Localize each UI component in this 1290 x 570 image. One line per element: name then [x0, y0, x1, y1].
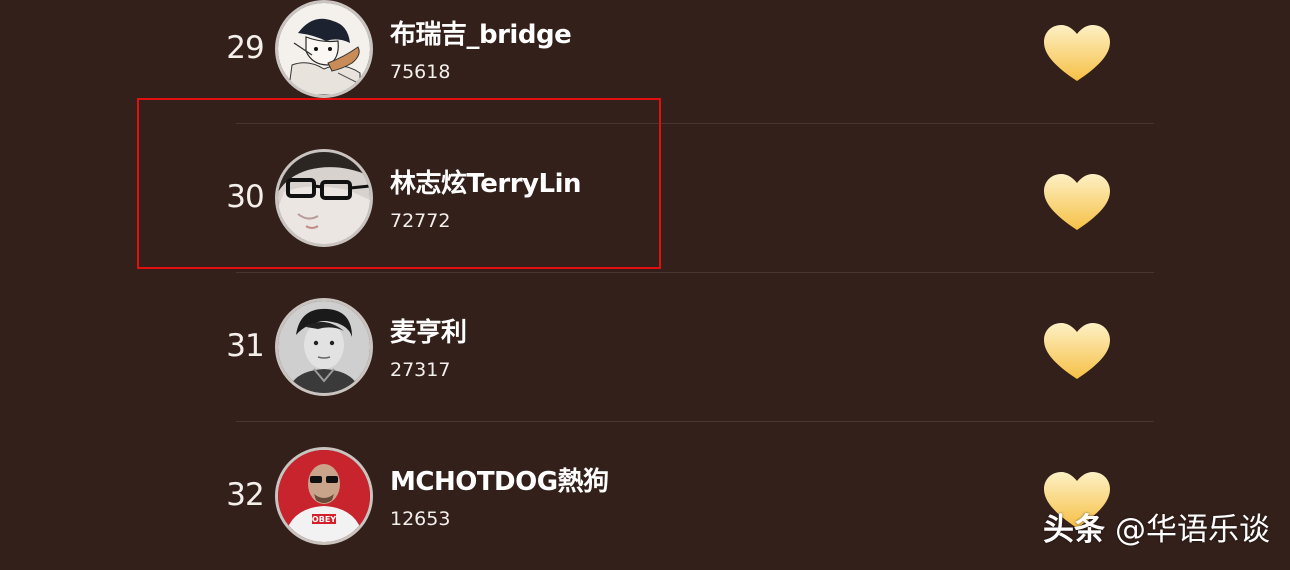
rank-number: 31 — [226, 328, 264, 364]
fan-count: 12653 — [390, 508, 451, 530]
fan-count: 27317 — [390, 359, 451, 381]
avatar[interactable] — [275, 298, 373, 396]
svg-text:OBEY: OBEY — [312, 515, 336, 524]
artist-name[interactable]: 麦亨利 — [390, 312, 467, 349]
rank-number: 32 — [226, 477, 264, 513]
rank-number: 29 — [226, 30, 264, 66]
anime-sketch-avatar-image — [278, 3, 370, 95]
watermark: 头条 @华语乐谈 — [1043, 504, 1270, 549]
heart-icon[interactable] — [1042, 23, 1112, 83]
avatar[interactable] — [275, 0, 373, 98]
watermark-handle: @华语乐谈 — [1115, 512, 1270, 548]
avatar[interactable]: OBEY — [275, 447, 373, 545]
artist-name[interactable]: MCHOTDOG熱狗 — [390, 461, 609, 498]
ranking-list: 29 布瑞吉_bridge 75618 30 林志炫TerryLin 72772… — [0, 0, 1290, 567]
watermark-brand: 头条 — [1043, 512, 1105, 548]
highlight-annotation-box — [137, 98, 661, 269]
red-obey-avatar-image: OBEY — [278, 450, 370, 542]
heart-icon[interactable] — [1042, 321, 1112, 381]
bw-portrait-avatar-image — [278, 301, 370, 393]
heart-icon[interactable] — [1042, 172, 1112, 232]
list-item[interactable]: 31 麦亨利 27317 — [0, 272, 1290, 421]
artist-name[interactable]: 布瑞吉_bridge — [390, 14, 572, 51]
fan-count: 75618 — [390, 61, 451, 83]
